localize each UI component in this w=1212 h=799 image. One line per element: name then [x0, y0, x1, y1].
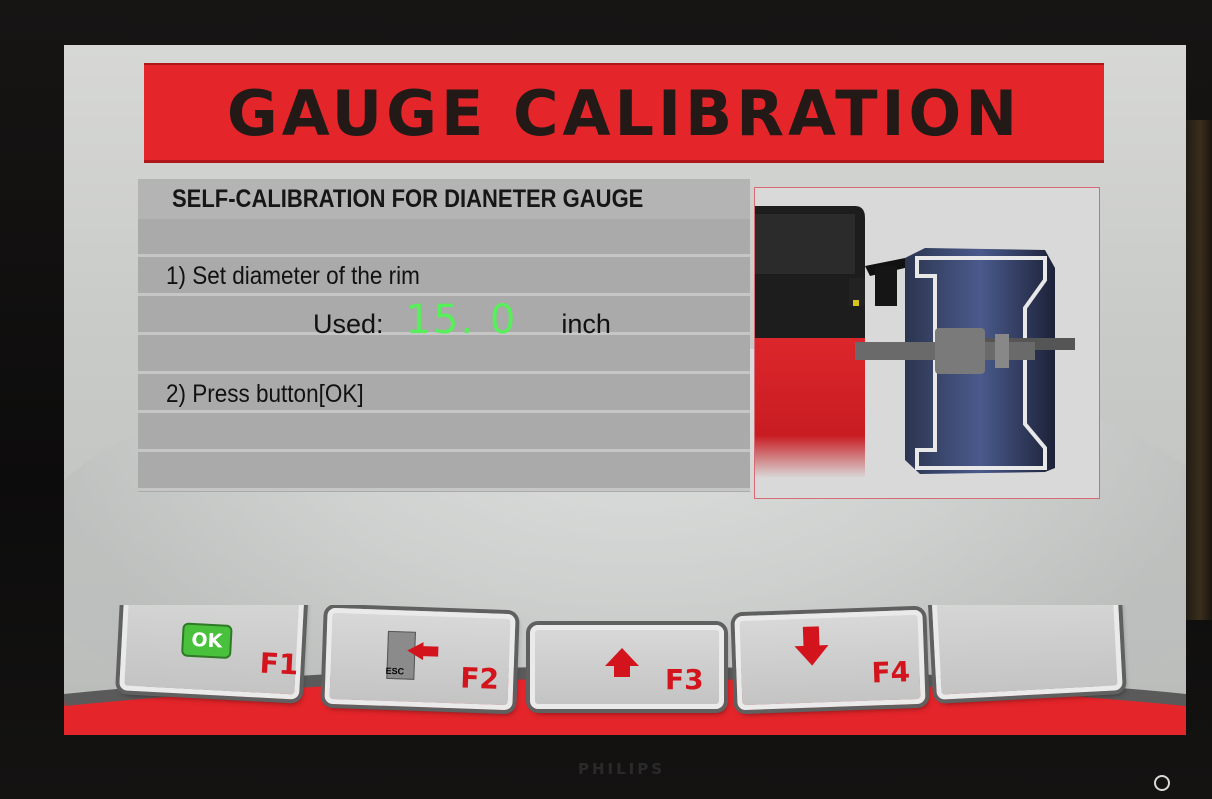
step-2-text: 2) Press button[OK] [166, 380, 364, 408]
f1-label: F1 [258, 646, 300, 682]
f2-label: F2 [459, 661, 500, 696]
f3-label: F3 [665, 663, 704, 696]
gauge-illustration [754, 187, 1100, 499]
page-title: GAUGE CALIBRATION [226, 76, 1022, 150]
background-right [1182, 120, 1212, 620]
function-key-bar: OK F1 ESC F2 F3 F4 [64, 605, 1186, 735]
f2-esc-button[interactable]: ESC F2 [324, 607, 516, 711]
step-1-text: 1) Set diameter of the rim [166, 262, 420, 290]
arrow-up-icon [605, 648, 639, 666]
f4-label: F4 [870, 655, 911, 690]
f4-down-button[interactable]: F4 [734, 609, 926, 711]
used-label: Used: [313, 309, 384, 339]
left-arrow-icon [406, 641, 424, 661]
title-bar: GAUGE CALIBRATION [144, 63, 1104, 163]
f3-up-button[interactable]: F3 [530, 625, 724, 709]
used-diameter-value: 15. 0 [405, 297, 518, 343]
f1-ok-button[interactable]: OK F1 [119, 605, 305, 700]
monitor-brand-logo: PHILIPS [578, 760, 666, 778]
panel-header-text: SELF-CALIBRATION FOR DIANETER GAUGE [172, 184, 644, 213]
screen: GAUGE CALIBRATION SELF-CALIBRATION FOR D… [64, 45, 1186, 735]
power-icon[interactable] [1154, 775, 1170, 791]
f5-blank-button[interactable] [931, 605, 1123, 700]
instruction-panel: SELF-CALIBRATION FOR DIANETER GAUGE 1) S… [138, 179, 750, 492]
panel-header: SELF-CALIBRATION FOR DIANETER GAUGE [138, 179, 750, 219]
used-diameter-row: Used: 15. 0 inch [313, 297, 611, 343]
ok-icon: OK [180, 622, 233, 660]
used-unit: inch [561, 309, 611, 339]
arrow-down-icon [802, 626, 820, 647]
balancer-wheel-illustration [755, 206, 1075, 478]
